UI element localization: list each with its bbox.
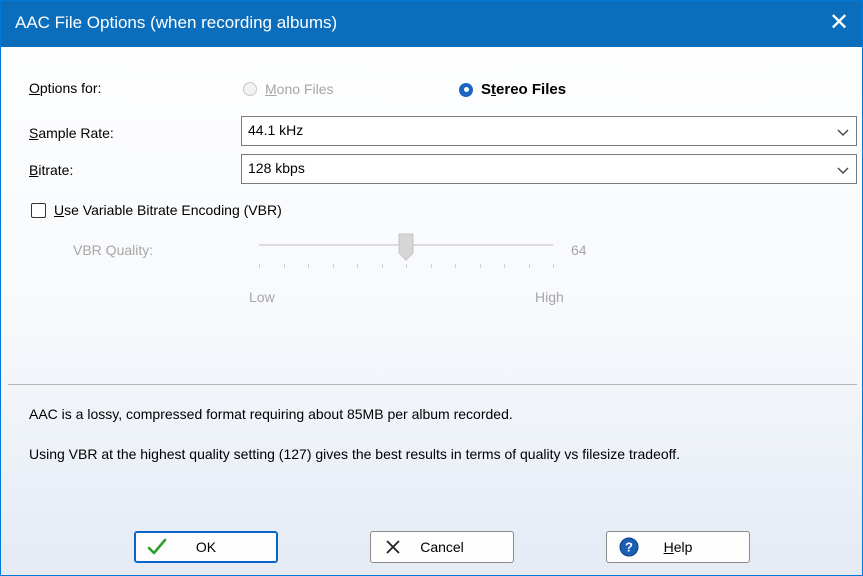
slider-tick	[504, 264, 505, 268]
slider-tick	[480, 264, 481, 268]
chevron-down-icon	[837, 129, 849, 136]
vbr-checkbox-box	[31, 202, 46, 218]
bitrate-dropdown[interactable]: 128 kbps	[241, 154, 857, 184]
close-button[interactable]: ✕	[816, 1, 862, 47]
slider-tick	[553, 264, 554, 268]
cancel-button[interactable]: Cancel	[370, 531, 514, 563]
vbr-quality-label: VBR Quality:	[73, 242, 154, 258]
slider-tick	[357, 264, 358, 268]
slider-tick	[308, 264, 309, 268]
ok-label: OK	[195, 539, 217, 555]
high-label: High	[535, 289, 564, 305]
sample-rate-dropdown[interactable]: 44.1 kHz	[241, 116, 857, 146]
mono-radio-circle	[243, 82, 257, 96]
slider-tick	[431, 264, 432, 268]
vbr-checkbox[interactable]: Use Variable Bitrate Encoding (VBR)	[31, 202, 282, 218]
sample-rate-value: 44.1 kHz	[248, 122, 304, 138]
vbr-quality-slider-thumb[interactable]	[398, 233, 414, 261]
title-bar[interactable]: AAC File Options (when recording albums)…	[1, 1, 862, 47]
ok-button[interactable]: OK	[134, 531, 278, 563]
dialog-window: AAC File Options (when recording albums)…	[0, 0, 863, 576]
info-text-2: Using VBR at the highest quality setting…	[29, 446, 681, 462]
slider-tick	[259, 264, 260, 268]
separator	[8, 384, 857, 385]
slider-tick	[382, 264, 383, 268]
help-label: Help	[663, 539, 693, 555]
slider-tick	[529, 264, 530, 268]
mono-files-radio[interactable]: Mono Files	[243, 81, 333, 97]
stereo-files-radio[interactable]: Stereo Files	[459, 81, 566, 98]
slider-tick	[284, 264, 285, 268]
window-title: AAC File Options (when recording albums)	[15, 13, 338, 32]
vbr-checkbox-label: Use Variable Bitrate Encoding (VBR)	[54, 202, 282, 218]
help-button[interactable]: ? Help	[606, 531, 750, 563]
stereo-files-label: Stereo Files	[481, 81, 567, 98]
sample-rate-label: Sample Rate:	[29, 125, 114, 141]
slider-tick	[406, 264, 407, 268]
mono-files-label: Mono Files	[265, 81, 334, 97]
bitrate-value: 128 kbps	[248, 160, 305, 176]
chevron-down-icon	[837, 167, 849, 174]
slider-tick	[333, 264, 334, 268]
vbr-quality-value: 64	[571, 242, 587, 258]
cancel-label: Cancel	[420, 539, 464, 555]
stereo-radio-circle	[459, 82, 473, 97]
options-for-label: Options for:	[29, 80, 102, 96]
bitrate-label: Bitrate:	[29, 162, 74, 178]
low-label: Low	[249, 289, 275, 305]
info-text-1: AAC is a lossy, compressed format requir…	[29, 406, 513, 422]
slider-tick	[455, 264, 456, 268]
